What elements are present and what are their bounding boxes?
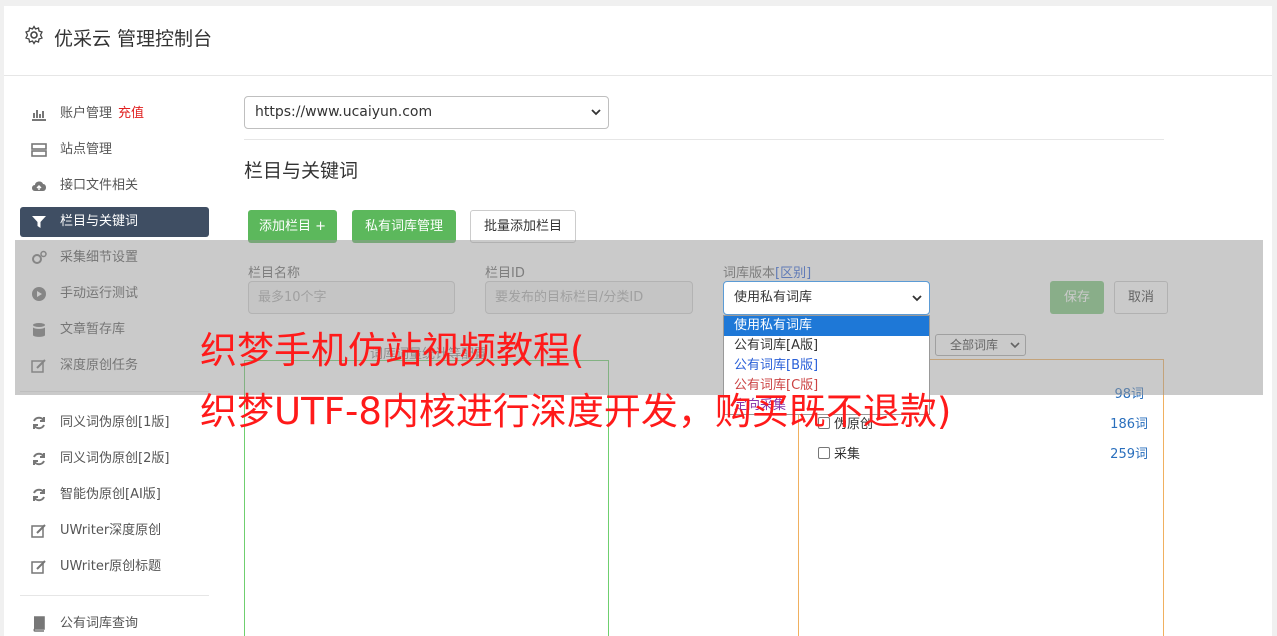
sidebar-item-label: 智能伪原创[AI版] bbox=[60, 487, 161, 502]
lib-row[interactable]: 采集 bbox=[818, 443, 860, 462]
sidebar-item-uwriter-deep[interactable]: UWriter深度原创 bbox=[20, 516, 209, 546]
divider bbox=[244, 139, 1164, 140]
sidebar-item-synonym-v1[interactable]: 同义词伪原创[1版] bbox=[20, 408, 209, 438]
sidebar-divider bbox=[20, 595, 209, 596]
site-select-value: https://www.ucaiyun.com bbox=[255, 104, 433, 120]
watermark-line-1: 织梦手机仿站视频教程( bbox=[200, 329, 585, 372]
checkbox[interactable] bbox=[818, 447, 830, 459]
version-option[interactable]: 公有词库[A版] bbox=[724, 336, 929, 356]
edit-icon bbox=[31, 560, 46, 574]
sidebar-item-label: UWriter深度原创 bbox=[60, 523, 162, 538]
refresh-icon bbox=[33, 452, 45, 466]
add-column-button[interactable]: 添加栏目 + bbox=[248, 210, 337, 243]
sidebar-item-interface[interactable]: 接口文件相关 bbox=[20, 171, 209, 201]
chevron-down-icon bbox=[912, 295, 922, 302]
sidebar-item-label: 站点管理 bbox=[60, 142, 113, 157]
sidebar-item-uwriter-title[interactable]: UWriter原创标题 bbox=[20, 552, 209, 582]
recharge-link[interactable]: 充值 bbox=[118, 106, 144, 121]
version-select[interactable]: 使用私有词库 bbox=[723, 281, 930, 315]
sidebar-item-public-lib[interactable]: 公有词库查询 bbox=[20, 609, 209, 636]
watermark-line-2: 织梦UTF-8内核进行深度开发，购买既不退款) bbox=[200, 390, 952, 433]
sidebar-item-label: 公有词库查询 bbox=[60, 616, 139, 631]
lib-row-label: 采集 bbox=[834, 447, 861, 462]
bar-chart-icon bbox=[32, 110, 46, 121]
refresh-icon bbox=[33, 488, 45, 502]
sidebar-item-label: 账户管理 bbox=[60, 106, 113, 121]
gear-icon bbox=[25, 25, 43, 45]
sidebar-item-label: 栏目与关键词 bbox=[60, 214, 139, 229]
cloud-upload-icon bbox=[32, 181, 46, 191]
section-title: 栏目与关键词 bbox=[244, 160, 359, 182]
header: 优采云 管理控制台 bbox=[4, 6, 1272, 76]
server-icon bbox=[31, 143, 47, 157]
version-option[interactable]: 公有词库[B版] bbox=[724, 356, 929, 376]
private-lib-button[interactable]: 私有词库管理 bbox=[352, 210, 456, 243]
lib-count: 259词 bbox=[1110, 447, 1148, 462]
book-icon bbox=[33, 616, 45, 632]
sidebar-item-label: UWriter原创标题 bbox=[60, 559, 162, 574]
page-title: 优采云 管理控制台 bbox=[54, 28, 213, 50]
lib-count: 186词 bbox=[1110, 417, 1148, 432]
refresh-icon bbox=[33, 416, 45, 430]
sidebar-item-sites[interactable]: 站点管理 bbox=[20, 135, 209, 165]
sidebar-item-label: 同义词伪原创[1版] bbox=[60, 415, 170, 430]
edit-icon bbox=[31, 524, 46, 538]
sidebar-item-columns[interactable]: 栏目与关键词 bbox=[20, 207, 209, 237]
sidebar-item-label: 同义词伪原创[2版] bbox=[60, 451, 170, 466]
sidebar-item-account[interactable]: 账户管理 充值 bbox=[20, 99, 209, 129]
batch-add-button[interactable]: 批量添加栏目 bbox=[470, 210, 576, 243]
chevron-down-icon bbox=[591, 109, 601, 116]
site-select[interactable]: https://www.ucaiyun.com bbox=[244, 96, 609, 129]
sidebar-item-synonym-v2[interactable]: 同义词伪原创[2版] bbox=[20, 444, 209, 474]
filter-icon bbox=[32, 216, 46, 228]
version-option[interactable]: 使用私有词库 bbox=[724, 316, 929, 336]
version-select-value: 使用私有词库 bbox=[734, 290, 813, 305]
sidebar-item-ai-rewrite[interactable]: 智能伪原创[AI版] bbox=[20, 480, 209, 510]
sidebar-item-label: 接口文件相关 bbox=[60, 178, 139, 193]
